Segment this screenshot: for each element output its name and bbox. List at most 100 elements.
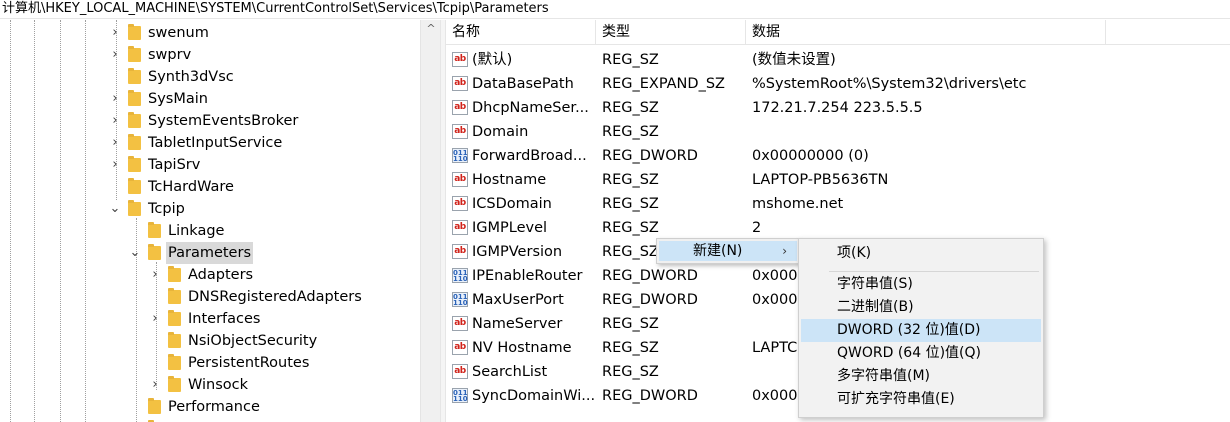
folder-icon [148,398,161,414]
table-row[interactable]: ab Hostname REG_SZ LAPTOP-PB5636TN [446,168,1230,192]
string-value-icon: ab [452,76,468,91]
table-row[interactable]: ab IGMPLevel REG_SZ 2 [446,216,1230,240]
menu-item-label: 多字符串值(M) [837,368,931,384]
string-value-icon: ab [452,340,468,355]
folder-icon [128,68,141,84]
expand-chevron-icon[interactable]: › [148,264,162,286]
value-data: 2 [752,220,762,236]
menu-item-key[interactable]: 项(K) [801,242,1041,265]
string-value-icon: ab [452,220,468,235]
tree-node-label: Linkage [168,223,225,239]
menu-item-expandable-string-value[interactable]: 可扩充字符串值(E) [801,388,1041,411]
value-name: DhcpNameSer... [472,100,589,116]
binary-value-icon: 011 110 [452,292,468,307]
tree-node-label: swprv [148,47,192,63]
scroll-up-arrow-icon[interactable]: ^ [425,23,437,34]
value-type: REG_EXPAND_SZ [602,76,725,92]
folder-icon [148,244,161,260]
string-value-icon: ab [452,52,468,67]
menu-item-multi-string-value[interactable]: 多字符串值(M) [801,365,1041,388]
value-name: ForwardBroad... [472,148,587,164]
value-data: mshome.net [752,196,844,212]
folder-icon [128,178,141,194]
expand-chevron-icon[interactable]: › [108,88,122,110]
value-data: 172.21.7.254 223.5.5.5 [752,100,923,116]
expand-chevron-icon[interactable]: › [108,110,122,132]
table-row[interactable]: ab DhcpNameSer... REG_SZ 172.21.7.254 22… [446,96,1230,120]
column-header-type[interactable]: 类型 [596,20,746,44]
tree-guide-line [85,20,86,422]
folder-icon [128,200,141,216]
tree-node-label: SystemEventsBroker [148,113,299,129]
value-data: LAPTOP-PB5636TN [752,172,889,188]
expand-chevron-icon[interactable]: › [108,22,122,44]
menu-item-dword-value[interactable]: DWORD (32 位)值(D) [801,319,1041,342]
table-row[interactable]: 011 110 ForwardBroad... REG_DWORD 0x0000… [446,144,1230,168]
address-path: 计算机\HKEY_LOCAL_MACHINE\SYSTEM\CurrentCon… [2,1,549,16]
table-row[interactable]: ab Domain REG_SZ [446,120,1230,144]
menu-item-new[interactable]: 新建(N) › [659,241,797,261]
column-header-data[interactable]: 数据 [746,20,1106,44]
value-type: REG_SZ [602,172,659,188]
folder-icon [128,156,141,172]
new-submenu: 项(K) 字符串值(S) 二进制值(B) DWORD (32 位)值(D) QW… [798,238,1044,418]
value-name: IGMPLevel [472,220,548,236]
folder-icon [128,46,141,62]
expand-chevron-icon[interactable]: › [108,44,122,66]
tree-node-label: NsiObjectSecurity [188,333,318,349]
value-data: 0x00000000 (0) [752,148,869,164]
collapse-chevron-icon[interactable]: ⌄ [108,198,122,220]
folder-icon [128,90,141,106]
value-type: REG_SZ [602,340,659,356]
tree-node-label: Interfaces [188,311,261,327]
string-value-icon: ab [452,196,468,211]
folder-icon [128,112,141,128]
tree-node-label: Tcpip [148,201,185,217]
string-value-icon: ab [452,172,468,187]
tree-node-label: SysMain [148,91,208,107]
context-menu: 新建(N) › [656,238,800,264]
collapse-chevron-icon[interactable]: ⌄ [128,242,142,264]
folder-icon [148,222,161,238]
table-row[interactable]: ab (默认) REG_SZ (数值未设置) [446,48,1230,72]
column-header-name[interactable]: 名称 [446,20,596,44]
value-name: IPEnableRouter [472,268,583,284]
value-name: IGMPVersion [472,244,563,260]
menu-item-binary-value[interactable]: 二进制值(B) [801,296,1041,319]
tree-node-label: Parameters [166,242,253,264]
table-row[interactable]: ab ICSDomain REG_SZ mshome.net [446,192,1230,216]
table-row[interactable]: ab DataBasePath REG_EXPAND_SZ %SystemRoo… [446,72,1230,96]
expand-chevron-icon[interactable]: › [148,374,162,396]
menu-item-label: 可扩充字符串值(E) [837,391,955,407]
value-data: (数值未设置) [752,52,836,68]
tree-node-label: TabletInputService [148,135,283,151]
address-bar[interactable]: 计算机\HKEY_LOCAL_MACHINE\SYSTEM\CurrentCon… [0,0,1230,19]
value-type: REG_SZ [602,316,659,332]
tree-node-label: PersistentRoutes [188,355,310,371]
value-name: SyncDomainWi... [472,388,594,404]
menu-item-string-value[interactable]: 字符串值(S) [801,273,1041,296]
value-type: REG_SZ [602,364,659,380]
string-value-icon: ab [452,244,468,259]
menu-item-qword-value[interactable]: QWORD (64 位)值(Q) [801,342,1041,365]
menu-item-label: 二进制值(B) [837,299,914,315]
expand-chevron-icon[interactable]: › [148,308,162,330]
menu-item-label: DWORD (32 位)值(D) [837,322,981,338]
tree-scrollbar[interactable]: ^ [420,20,441,422]
tree-node-label: swenum [148,25,209,41]
string-value-icon: ab [452,100,468,115]
list-header: 名称 类型 数据 [446,20,1230,45]
binary-value-icon: 011 110 [452,148,468,163]
expand-chevron-icon[interactable]: › [108,132,122,154]
registry-tree[interactable]: › swenum › swprv Synth3dVsc › SysMain › … [0,20,440,422]
value-type: REG_DWORD [602,292,698,308]
menu-separator [829,271,1039,272]
tree-node-label: DNSRegisteredAdapters [188,289,362,305]
value-name: Domain [472,124,529,140]
value-data: %SystemRoot%\System32\drivers\etc [752,76,1027,92]
value-type: REG_SZ [602,196,659,212]
expand-chevron-icon[interactable]: › [108,154,122,176]
tree-guide-line [60,20,61,422]
tree-guide-line [34,20,35,422]
folder-icon [128,24,141,40]
